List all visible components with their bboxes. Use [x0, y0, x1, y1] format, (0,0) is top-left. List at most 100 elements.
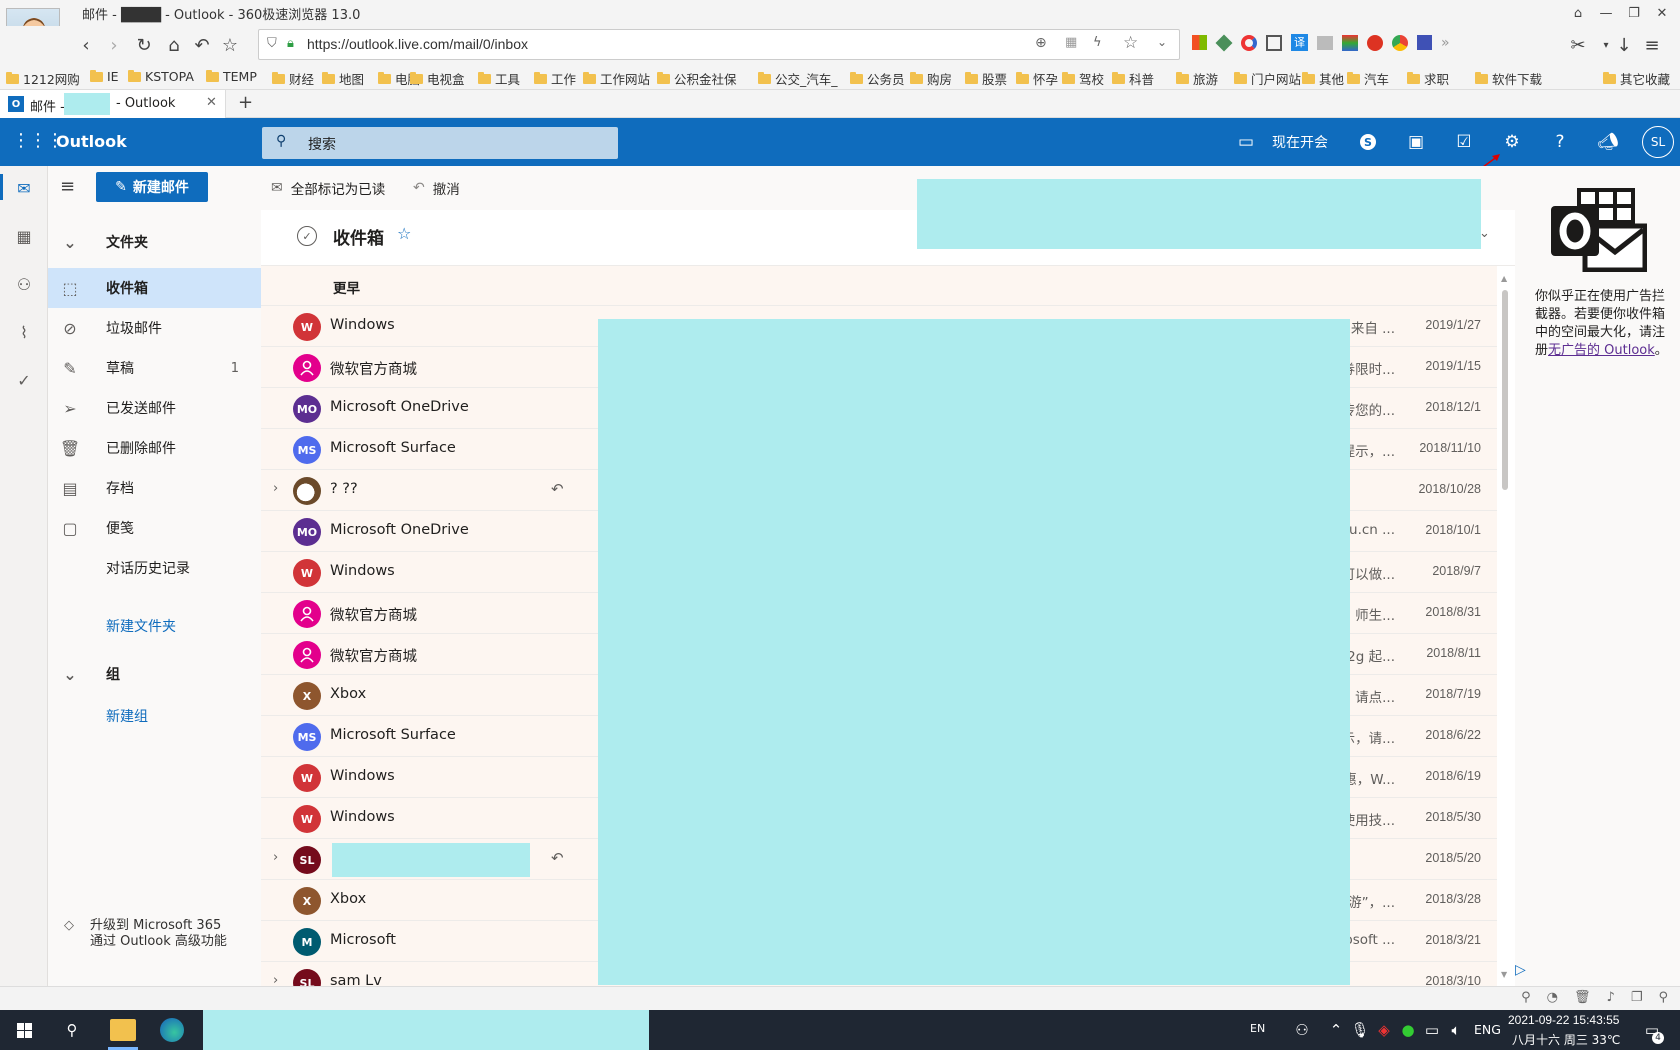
lightning-icon[interactable]: ϟ: [1093, 35, 1102, 50]
feedback-megaphone-icon[interactable]: 📣︎: [1596, 130, 1620, 154]
office-icon[interactable]: ▣: [1404, 130, 1428, 154]
bookmark-item[interactable]: 工作网站: [583, 69, 650, 88]
upgrade-banner[interactable]: ◇ 升级到 Microsoft 365 通过 Outlook 高级功能: [48, 918, 261, 968]
people-icon[interactable]: ⚇: [12, 272, 36, 296]
pin-icon[interactable]: ⚲: [1521, 990, 1531, 1005]
account-avatar[interactable]: SL: [1642, 126, 1674, 158]
folder-item[interactable]: ▤ 存档: [48, 468, 261, 508]
apps-extension-icon[interactable]: [1192, 35, 1207, 50]
tab-outlook[interactable]: O 邮件 - - Outlook ✕: [0, 90, 226, 118]
color-extension-icon[interactable]: [1342, 34, 1358, 51]
home-icon[interactable]: ⌂: [162, 33, 186, 57]
minimize-icon[interactable]: —: [1594, 2, 1618, 24]
trash-icon[interactable]: 🗑︎: [1574, 990, 1591, 1005]
folder-item[interactable]: ⊘ 垃圾邮件: [48, 308, 261, 348]
tray-chevron-icon[interactable]: ⌃: [1324, 1018, 1348, 1042]
bookmark-item[interactable]: 其他: [1302, 69, 1344, 88]
more-extensions-icon[interactable]: »: [1441, 35, 1450, 51]
expand-chevron-icon[interactable]: ›: [273, 850, 278, 865]
bookmark-item[interactable]: KSTOPA: [128, 69, 194, 84]
help-icon[interactable]: ?: [1548, 130, 1572, 154]
bookmark-item[interactable]: 软件下载: [1475, 69, 1542, 88]
folder-item[interactable]: ▢ 便笺: [48, 508, 261, 548]
clock-lunar[interactable]: 八月十六 周三 33℃: [1512, 1031, 1620, 1048]
download-icon[interactable]: ↓: [1612, 33, 1636, 57]
folder-item[interactable]: ✎ 草稿 1: [48, 348, 261, 388]
my-day-icon[interactable]: ☑: [1452, 130, 1476, 154]
scroll-up-icon[interactable]: ▲: [1501, 274, 1507, 283]
video-icon[interactable]: ▭: [1234, 130, 1258, 154]
ime-indicator[interactable]: EN: [1250, 1022, 1265, 1035]
favorite-star-icon[interactable]: ☆: [397, 224, 411, 243]
folder-item[interactable]: ➢ 已发送邮件: [48, 388, 261, 428]
settings-gear-icon[interactable]: ⚙: [1500, 130, 1524, 154]
bookmark-item[interactable]: 科普: [1112, 69, 1154, 88]
bookmark-item[interactable]: 求职: [1407, 69, 1449, 88]
bookmark-item[interactable]: 电视盒: [410, 69, 465, 88]
zoom-icon[interactable]: ⚲: [1658, 990, 1668, 1005]
reload-icon[interactable]: ↻: [132, 33, 156, 57]
qr-icon[interactable]: ▦: [1065, 35, 1077, 50]
new-mail-button[interactable]: ✎ 新建邮件: [96, 172, 208, 202]
bookmark-item[interactable]: 工作: [534, 69, 576, 88]
bookmark-item[interactable]: 1212网购: [6, 69, 80, 88]
skin-icon[interactable]: ⌂: [1566, 2, 1590, 24]
people-icon[interactable]: ⚇: [1290, 1018, 1314, 1042]
bookmark-item[interactable]: IE: [90, 69, 119, 84]
expand-chevron-icon[interactable]: ›: [273, 481, 278, 496]
folders-section-header[interactable]: ⌄ 文件夹: [48, 222, 261, 262]
reader-extension-icon[interactable]: [1317, 35, 1333, 50]
bookmark-item[interactable]: 购房: [910, 69, 952, 88]
meet-now-button[interactable]: 现在开会: [1272, 132, 1328, 152]
url-dropdown-icon[interactable]: ⌄: [1157, 35, 1167, 49]
folder-item[interactable]: ⬚ 收件箱: [48, 268, 261, 308]
clock-datetime[interactable]: 2021-09-22 15:43:55: [1508, 1013, 1619, 1027]
mail-icon[interactable]: ✉: [12, 176, 36, 200]
edge-browser-icon[interactable]: [160, 1018, 184, 1042]
cube-extension-icon[interactable]: [1417, 35, 1432, 50]
bookmark-item[interactable]: 门户网站: [1234, 69, 1301, 88]
microphone-icon[interactable]: 🎙︎: [1348, 1018, 1372, 1042]
favorite-icon[interactable]: ☆: [1123, 33, 1138, 53]
menu-icon[interactable]: ≡: [1640, 33, 1664, 57]
skype-icon[interactable]: S: [1356, 130, 1380, 154]
app-name[interactable]: Outlook: [56, 132, 127, 151]
bookmark-item[interactable]: 怀孕: [1016, 69, 1058, 88]
calendar-icon[interactable]: ▦: [12, 224, 36, 248]
file-explorer-icon[interactable]: [110, 1019, 136, 1041]
sound-icon[interactable]: ♪: [1607, 990, 1615, 1005]
layers-extension-icon[interactable]: [1215, 34, 1233, 51]
search-input[interactable]: 搜索: [308, 134, 336, 154]
new-folder-link[interactable]: 新建文件夹: [48, 606, 261, 646]
bookmark-item[interactable]: 公积金社保: [657, 69, 737, 88]
forward-icon[interactable]: ›: [102, 33, 126, 57]
language-indicator[interactable]: ENG: [1474, 1022, 1501, 1037]
mark-all-read-button[interactable]: ✉ 全部标记为已读: [271, 178, 385, 198]
bookmark-item[interactable]: 驾校: [1062, 69, 1104, 88]
cut-icon[interactable]: ✂: [1566, 33, 1590, 57]
bookmark-item[interactable]: 汽车: [1347, 69, 1389, 88]
volume-icon[interactable]: 🔈︎: [1444, 1018, 1468, 1042]
bookmark-item[interactable]: 公交_汽车_: [758, 69, 838, 88]
folder-item[interactable]: 🗑︎ 已删除邮件: [48, 428, 261, 468]
hamburger-icon[interactable]: ≡: [60, 176, 75, 197]
circle-extension-icon[interactable]: [1241, 34, 1257, 51]
maximize-icon[interactable]: ❐: [1622, 2, 1646, 24]
new-group-link[interactable]: 新建组: [48, 696, 261, 736]
ad-free-outlook-link[interactable]: 无广告的 Outlook: [1548, 343, 1655, 358]
window-icon[interactable]: ❐: [1631, 990, 1643, 1005]
back-icon[interactable]: ‹: [74, 33, 98, 57]
chrome-extension-icon[interactable]: [1392, 34, 1408, 51]
ad-choices-icon[interactable]: ▷: [1515, 962, 1526, 978]
folder-item[interactable]: 对话历史记录: [48, 548, 261, 588]
bookmark-item[interactable]: 公务员: [850, 69, 905, 88]
network-icon[interactable]: ▭: [1420, 1018, 1444, 1042]
bookmark-item[interactable]: 地图: [322, 69, 364, 88]
search-box[interactable]: ⚲ 搜索: [262, 127, 618, 159]
translate-extension-icon[interactable]: 译: [1291, 34, 1308, 51]
scrollbar-thumb[interactable]: [1502, 290, 1508, 490]
bookmark-item[interactable]: TEMP: [206, 69, 257, 84]
qrcode-extension-icon[interactable]: [1266, 34, 1282, 51]
undo-button[interactable]: ↶ 撤消: [413, 178, 460, 198]
new-tab-icon[interactable]: +: [238, 92, 253, 113]
